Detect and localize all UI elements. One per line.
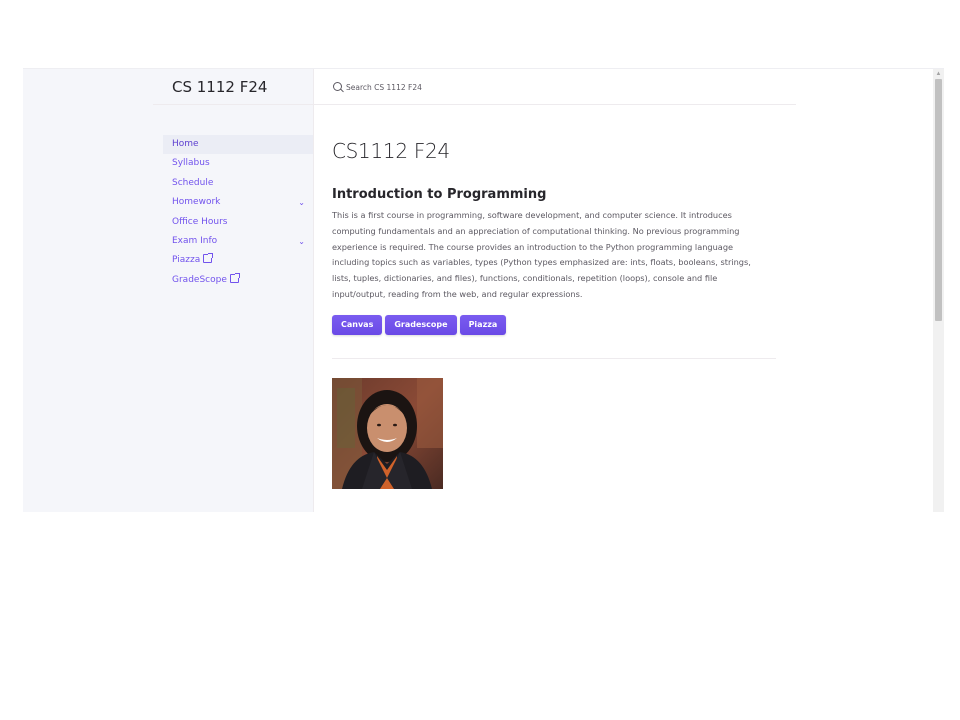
section-heading: Introduction to Programming xyxy=(332,187,547,202)
search-bar xyxy=(314,69,796,105)
sidebar-item-office-hours[interactable]: Office Hours xyxy=(163,213,313,232)
sidebar-item-gradescope[interactable]: GradeScope xyxy=(163,271,313,290)
search-icon xyxy=(333,82,342,91)
sidebar-item-label: Syllabus xyxy=(172,158,210,169)
external-link-icon xyxy=(229,272,240,283)
sidebar-divider xyxy=(153,104,313,105)
sidebar-item-exam-info[interactable]: Exam Info ⌄ xyxy=(163,232,313,251)
sidebar-item-home[interactable]: Home xyxy=(163,135,313,155)
link-buttons: Canvas Gradescope Piazza xyxy=(332,315,509,335)
page-title: CS1112 F24 xyxy=(332,139,450,163)
sidebar-item-label: Exam Info xyxy=(172,235,218,246)
sidebar: CS 1112 F24 Home Syllabus Schedule Homew… xyxy=(23,69,314,512)
sidebar-item-label: Schedule xyxy=(172,177,214,188)
sidebar-item-piazza[interactable]: Piazza xyxy=(163,251,313,270)
sidebar-item-label: Office Hours xyxy=(172,216,228,227)
scroll-up-arrow-icon[interactable]: ▲ xyxy=(933,70,944,78)
scrollbar[interactable]: ▲ xyxy=(933,69,944,512)
sidebar-item-label: GradeScope xyxy=(172,274,227,285)
instructor-photo xyxy=(332,378,443,489)
sidebar-item-label: Homework xyxy=(172,197,221,208)
gradescope-button[interactable]: Gradescope xyxy=(385,315,457,335)
sidebar-item-homework[interactable]: Homework ⌄ xyxy=(163,193,313,212)
sidebar-item-label: Piazza xyxy=(172,255,201,266)
piazza-button[interactable]: Piazza xyxy=(459,315,507,335)
site-title[interactable]: CS 1112 F24 xyxy=(172,78,267,96)
canvas-button[interactable]: Canvas xyxy=(332,315,383,335)
scrollbar-thumb[interactable] xyxy=(935,79,942,321)
content-divider xyxy=(332,358,776,359)
sidebar-nav: Home Syllabus Schedule Homework ⌄ Office… xyxy=(163,135,313,290)
course-description: This is a first course in programming, s… xyxy=(332,210,751,299)
chevron-down-icon[interactable]: ⌄ xyxy=(298,232,305,251)
sidebar-item-schedule[interactable]: Schedule xyxy=(163,174,313,193)
external-link-icon xyxy=(203,253,214,264)
chevron-down-icon[interactable]: ⌄ xyxy=(298,193,305,212)
sidebar-item-syllabus[interactable]: Syllabus xyxy=(163,154,313,173)
browser-viewport: CS 1112 F24 Home Syllabus Schedule Homew… xyxy=(23,68,944,512)
search-input[interactable] xyxy=(346,79,646,95)
sidebar-item-label: Home xyxy=(172,139,199,149)
